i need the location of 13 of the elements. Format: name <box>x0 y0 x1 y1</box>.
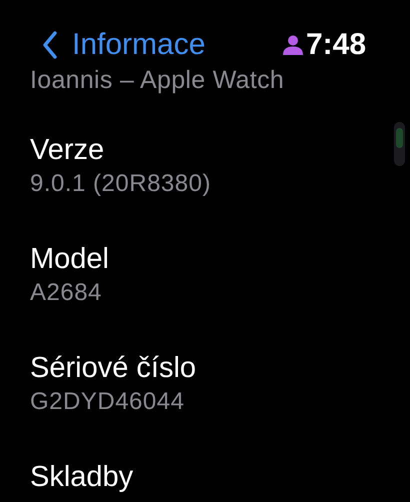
item-value: G2DYD46044 <box>30 387 184 417</box>
item-label: Model <box>30 242 109 276</box>
scroll-bar <box>394 122 405 166</box>
item-label: Sériové číslo <box>30 351 196 385</box>
item-value: 9.0.1 (20R8380) <box>30 169 211 199</box>
item-label: Skladby <box>30 460 134 494</box>
device-name: Ioannis – Apple Watch <box>30 66 286 95</box>
chevron-left-icon <box>42 31 58 59</box>
item-value: A2684 <box>30 278 102 308</box>
item-label: Verze <box>30 133 104 167</box>
person-icon <box>282 35 304 55</box>
clock-time: 7:48 <box>306 28 366 62</box>
back-button[interactable]: Informace <box>42 28 206 62</box>
